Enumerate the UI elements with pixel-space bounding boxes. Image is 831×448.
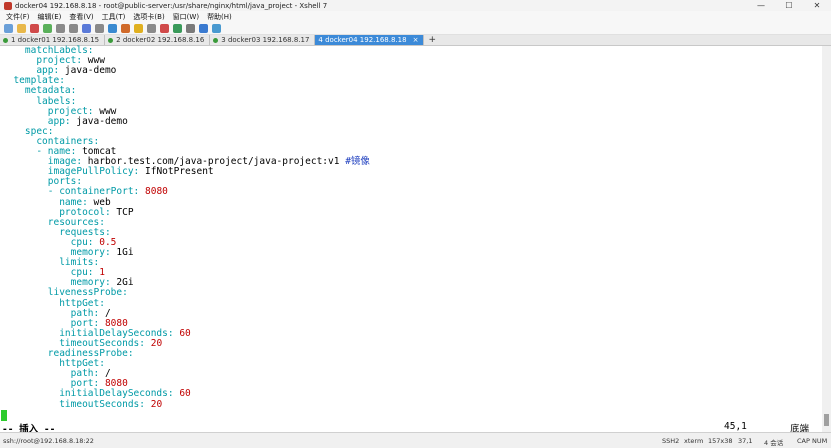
paste-icon[interactable] bbox=[69, 23, 78, 33]
window-title: docker04 192.168.8.18 - root@public-serv… bbox=[15, 1, 328, 10]
find-icon[interactable] bbox=[82, 23, 91, 33]
help-icon[interactable] bbox=[199, 23, 208, 33]
globe-icon[interactable] bbox=[108, 23, 117, 33]
yaml-value: 1Gi bbox=[110, 247, 134, 258]
tab-docker01[interactable]: 1 docker01 192.168.8.15 bbox=[0, 35, 106, 45]
menu-edit[interactable]: 编辑(E) bbox=[38, 12, 62, 22]
status-bar: ssh://root@192.168.8.18:22 SSH2 xterm 15… bbox=[0, 432, 831, 448]
yaml-value: IfNotPresent bbox=[139, 166, 214, 178]
tab-docker03[interactable]: 3 docker03 192.168.8.17 bbox=[210, 35, 316, 45]
open-folder-icon[interactable] bbox=[17, 23, 26, 33]
lock-icon[interactable] bbox=[134, 23, 143, 33]
yaml-value: java-demo bbox=[70, 115, 128, 127]
menu-tab[interactable]: 选项卡(B) bbox=[133, 12, 164, 22]
scrollbar-thumb[interactable] bbox=[824, 414, 829, 426]
chat-icon[interactable] bbox=[212, 23, 221, 33]
xmanager-icon[interactable] bbox=[173, 23, 182, 33]
vim-cursor-position: 45,1 bbox=[724, 421, 747, 432]
yaml-value: 8080 bbox=[139, 186, 168, 198]
yaml-key: timeoutSeconds: bbox=[2, 398, 145, 410]
protocol-label: SSH2 bbox=[662, 437, 680, 445]
terminal-area[interactable]: -- 插入 -- 45,1 底端 matchLabels: project: w… bbox=[0, 46, 822, 435]
menu-help[interactable]: 帮助(H) bbox=[207, 12, 232, 22]
minimize-button[interactable]: — bbox=[747, 0, 775, 11]
menu-file[interactable]: 文件(F) bbox=[6, 12, 30, 22]
terminal-type-label: xterm bbox=[684, 437, 704, 445]
yaml-value: 60 bbox=[173, 388, 191, 400]
tab-label: 1 docker01 192.168.8.15 bbox=[11, 36, 100, 44]
session-connected-icon bbox=[3, 37, 8, 43]
cursor-position-label: 37,1 bbox=[738, 437, 753, 445]
font-icon[interactable] bbox=[121, 23, 130, 33]
connection-address: ssh://root@192.168.8.18:22 bbox=[3, 437, 94, 445]
terminal-size-label: 157x38 bbox=[708, 437, 733, 445]
layout-icon[interactable] bbox=[186, 23, 195, 33]
session-count-label: 4 会话 bbox=[764, 439, 784, 447]
yaml-value: 20 bbox=[145, 398, 163, 410]
yaml-value: java-demo bbox=[59, 65, 117, 77]
xftp-icon[interactable] bbox=[160, 23, 169, 33]
xshell-app-icon bbox=[4, 1, 12, 10]
tab-docker04[interactable]: 4 docker04 192.168.8.18 × bbox=[315, 35, 425, 45]
yaml-value: 20 bbox=[145, 337, 163, 349]
session-connected-icon bbox=[108, 37, 114, 43]
reconnect-icon[interactable] bbox=[43, 23, 52, 33]
menu-bar: 文件(F) 编辑(E) 查看(V) 工具(T) 选项卡(B) 窗口(W) 帮助(… bbox=[0, 11, 831, 22]
new-session-icon[interactable] bbox=[4, 23, 13, 33]
yaml-value: 60 bbox=[173, 327, 191, 339]
close-button[interactable]: ✕ bbox=[803, 0, 831, 11]
toolbar bbox=[0, 22, 831, 35]
tab-label: 3 docker03 192.168.8.17 bbox=[221, 36, 310, 44]
yaml-value: TCP bbox=[110, 206, 134, 218]
session-tab-bar: 1 docker01 192.168.8.15 2 docker02 192.1… bbox=[0, 35, 831, 46]
copy-icon[interactable] bbox=[56, 23, 65, 33]
tab-label: 4 docker04 192.168.8.18 bbox=[318, 36, 407, 44]
window-controls: — ☐ ✕ bbox=[747, 0, 831, 11]
menu-window[interactable]: 窗口(W) bbox=[173, 12, 199, 22]
tab-label: 2 docker02 192.168.8.16 bbox=[116, 36, 205, 44]
tab-docker02[interactable]: 2 docker02 192.168.8.16 bbox=[105, 35, 211, 45]
title-bar: docker04 192.168.8.18 - root@public-serv… bbox=[0, 0, 831, 11]
print-icon[interactable] bbox=[95, 23, 104, 33]
keyboard-lock-status: CAP NUM bbox=[797, 437, 828, 445]
vertical-scrollbar[interactable] bbox=[822, 46, 831, 432]
new-tab-button[interactable]: + bbox=[424, 35, 440, 45]
keyboard-icon[interactable] bbox=[147, 23, 156, 33]
session-connected-icon bbox=[213, 37, 219, 43]
menu-view[interactable]: 查看(V) bbox=[69, 12, 93, 22]
terminal-cursor bbox=[1, 410, 7, 421]
terminal-line: timeoutSeconds: 20 bbox=[2, 398, 163, 410]
tab-close-icon[interactable]: × bbox=[413, 36, 419, 44]
yaml-comment: #镜像 bbox=[345, 156, 370, 168]
maximize-button[interactable]: ☐ bbox=[775, 0, 803, 11]
menu-tools[interactable]: 工具(T) bbox=[102, 12, 126, 22]
disconnect-icon[interactable] bbox=[30, 23, 39, 33]
